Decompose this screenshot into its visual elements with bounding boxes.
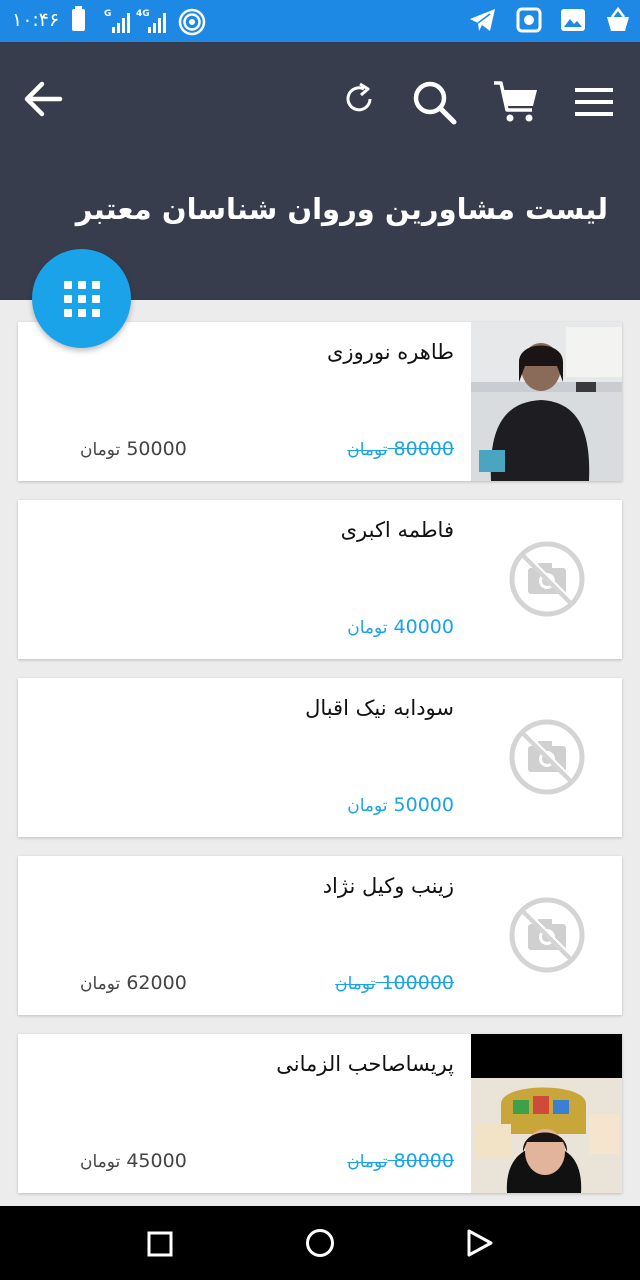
old-price: 100000 تومان — [335, 972, 454, 994]
price: 62000 تومان — [80, 972, 187, 994]
consultant-card[interactable]: زینب وکیل نژاد 100000 تومان 62000 تومان — [18, 856, 622, 1015]
currency-label: تومان — [80, 974, 121, 994]
currency-label: تومان — [347, 1152, 388, 1172]
signal-strength-4g-icon: 4G — [136, 9, 168, 33]
price-value: 62000 — [126, 972, 187, 994]
consultant-card[interactable]: سودابه نیک اقبال 50000 تومان — [18, 678, 622, 837]
currency-label: تومان — [347, 618, 388, 638]
no-photo-icon — [508, 540, 586, 618]
consultant-card[interactable]: طاهره نوروزی 80000 تومان 50000 تومان — [18, 322, 622, 481]
signal-strength-icon: G — [104, 9, 132, 33]
price: 50000 تومان — [347, 794, 454, 816]
consultant-list: طاهره نوروزی 80000 تومان 50000 تومان فاط… — [18, 322, 622, 1212]
hotspot-icon — [178, 8, 206, 40]
grid-icon — [63, 280, 100, 317]
consultant-name: پریساصاحب الزمانی — [276, 1052, 454, 1076]
consultant-photo — [471, 322, 622, 481]
currency-label: تومان — [335, 974, 376, 994]
consultant-name: سودابه نیک اقبال — [305, 696, 454, 720]
menu-icon[interactable] — [575, 88, 613, 120]
consultant-name: زینب وکیل نژاد — [322, 874, 454, 898]
old-price-value: 80000 — [393, 438, 454, 460]
consultant-card[interactable]: فاطمه اکبری 40000 تومان — [18, 500, 622, 659]
grid-menu-fab[interactable] — [32, 249, 131, 348]
signal-label: G — [104, 9, 112, 19]
status-bar: ۱۰:۴۶ G 4G — [0, 0, 640, 42]
old-price: 80000 تومان — [347, 1150, 454, 1172]
consultant-name: طاهره نوروزی — [326, 340, 454, 364]
consultant-card[interactable]: پریساصاحب الزمانی 80000 تومان 45000 توما… — [18, 1034, 622, 1193]
price: 45000 تومان — [80, 1150, 187, 1172]
page-title: لیست مشاورین وروان شناسان معتبر — [75, 192, 608, 226]
refresh-icon[interactable] — [340, 80, 378, 122]
status-time: ۱۰:۴۶ — [12, 9, 60, 31]
search-icon[interactable] — [410, 78, 458, 130]
price: 50000 تومان — [80, 438, 187, 460]
old-price-value: 100000 — [381, 972, 454, 994]
recents-square-icon[interactable] — [147, 1231, 173, 1261]
home-circle-icon[interactable] — [305, 1228, 335, 1262]
shopping-basket-icon — [604, 6, 632, 38]
consultant-name: فاطمه اکبری — [340, 518, 454, 542]
currency-label: تومان — [347, 796, 388, 816]
consultant-photo — [471, 1034, 622, 1193]
price-value: 50000 — [126, 438, 187, 460]
no-photo-icon — [508, 718, 586, 796]
cart-icon[interactable] — [492, 78, 540, 130]
back-triangle-icon[interactable] — [466, 1228, 494, 1262]
no-photo-icon — [508, 896, 586, 974]
price: 40000 تومان — [347, 616, 454, 638]
price-value: 40000 — [393, 616, 454, 638]
old-price: 80000 تومان — [347, 438, 454, 460]
price-value: 45000 — [126, 1150, 187, 1172]
gallery-icon — [560, 7, 586, 37]
camera-app-icon — [516, 7, 542, 37]
system-nav-bar — [0, 1206, 640, 1280]
back-arrow-icon[interactable] — [22, 78, 64, 124]
telegram-icon — [468, 6, 498, 38]
currency-label: تومان — [347, 440, 388, 460]
price-value: 50000 — [393, 794, 454, 816]
battery-icon — [72, 6, 85, 31]
currency-label: تومان — [80, 440, 121, 460]
old-price-value: 80000 — [393, 1150, 454, 1172]
currency-label: تومان — [80, 1152, 121, 1172]
